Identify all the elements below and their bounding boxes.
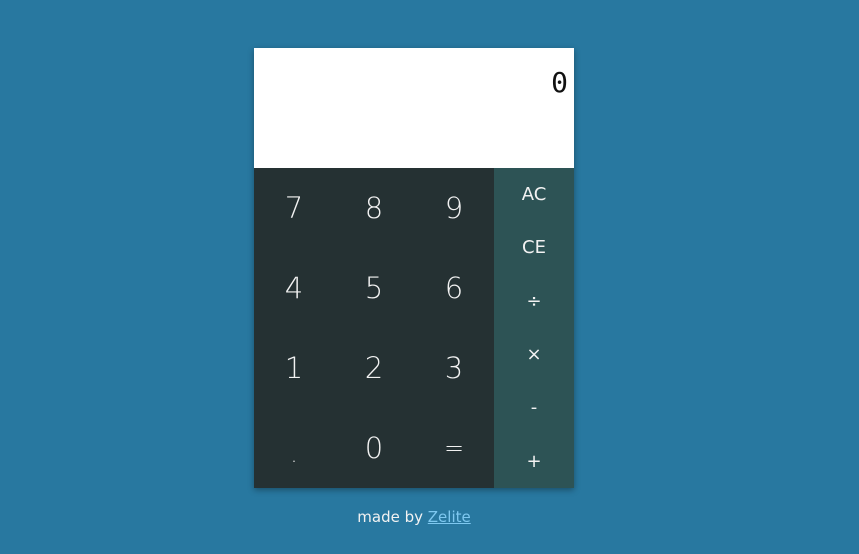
key-7[interactable]: 7 (254, 168, 334, 248)
number-keypad: 7 8 9 4 5 6 1 2 3 . 0 = (254, 168, 494, 488)
multiply-button[interactable]: × (494, 328, 574, 381)
key-equals[interactable]: = (414, 408, 494, 488)
display-value: 0 (551, 66, 568, 99)
key-8[interactable]: 8 (334, 168, 414, 248)
clear-entry-button[interactable]: CE (494, 221, 574, 274)
footer: made by Zelite (0, 508, 828, 526)
footer-prefix: made by (357, 508, 423, 526)
key-2[interactable]: 2 (334, 328, 414, 408)
operator-column: AC CE ÷ × - + (494, 168, 574, 488)
author-link[interactable]: Zelite (428, 508, 471, 526)
divide-button[interactable]: ÷ (494, 275, 574, 328)
key-0[interactable]: 0 (334, 408, 414, 488)
all-clear-button[interactable]: AC (494, 168, 574, 221)
calculator: 0 7 8 9 4 5 6 1 2 3 . 0 = AC CE ÷ × - + (254, 48, 574, 488)
key-5[interactable]: 5 (334, 248, 414, 328)
subtract-button[interactable]: - (494, 381, 574, 434)
key-4[interactable]: 4 (254, 248, 334, 328)
add-button[interactable]: + (494, 435, 574, 488)
key-1[interactable]: 1 (254, 328, 334, 408)
key-6[interactable]: 6 (414, 248, 494, 328)
key-decimal[interactable]: . (254, 408, 334, 488)
display: 0 (254, 48, 574, 168)
key-3[interactable]: 3 (414, 328, 494, 408)
key-9[interactable]: 9 (414, 168, 494, 248)
